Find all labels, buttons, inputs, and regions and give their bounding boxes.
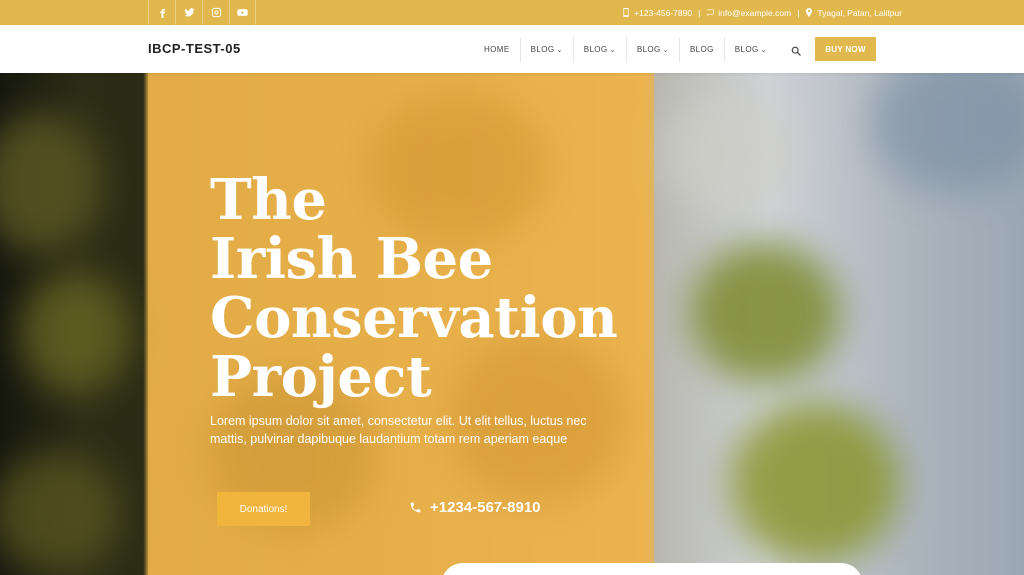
- phone-icon: [410, 502, 421, 513]
- contact-info: +123-456-7890 | info@example.com | Tyaga…: [622, 0, 902, 25]
- menu-item-blog-4[interactable]: BLOG: [678, 37, 724, 62]
- hero-title-line: Conservation: [210, 285, 618, 351]
- chevron-down-icon: ⌄: [760, 46, 767, 54]
- menu-item-home[interactable]: HOME: [474, 37, 520, 62]
- top-bar: +123-456-7890 | info@example.com | Tyaga…: [0, 0, 1024, 25]
- hero-background-blur: [0, 453, 120, 573]
- main-menu: HOME BLOG ⌄ BLOG ⌄ BLOG ⌄ BLOG BLOG ⌄: [474, 37, 777, 62]
- hero-title: The Irish Bee Conservation Project: [210, 167, 618, 410]
- chevron-down-icon: ⌄: [662, 46, 669, 54]
- contact-email-text: info@example.com: [718, 7, 792, 18]
- hero-background-blur: [660, 93, 800, 213]
- mobile-phone-icon: [623, 8, 629, 17]
- hero-phone-link[interactable]: +1234-567-8910: [409, 499, 541, 516]
- hero-background-blur: [870, 73, 1024, 193]
- hero-section: The Irish Bee Conservation Project Lorem…: [0, 73, 1024, 575]
- menu-item-label: BLOG: [689, 45, 714, 54]
- menu-item-blog-3[interactable]: BLOG ⌄: [625, 37, 679, 62]
- social-links: [148, 0, 256, 25]
- menu-item-blog-2[interactable]: BLOG ⌄: [572, 37, 626, 62]
- chevron-down-icon: ⌄: [556, 46, 563, 54]
- youtube-icon[interactable]: [229, 0, 256, 25]
- hero-title-line: Irish Bee: [210, 226, 493, 292]
- hero-background-blur: [20, 273, 130, 393]
- main-navbar: IBCP-TEST-05 HOME BLOG ⌄ BLOG ⌄ BLOG ⌄ B…: [0, 25, 1024, 73]
- twitter-icon[interactable]: [175, 0, 202, 25]
- contact-phone: +123-456-7890: [622, 8, 692, 18]
- chat-bubble-icon: [707, 9, 714, 16]
- contact-email[interactable]: info@example.com: [706, 8, 791, 18]
- menu-item-label: BLOG: [734, 45, 759, 54]
- contact-phone-text: +123-456-7890: [634, 7, 693, 18]
- buy-now-button[interactable]: BUY NOW: [815, 37, 876, 61]
- menu-item-label: BLOG: [530, 45, 555, 54]
- site-brand[interactable]: IBCP-TEST-05: [148, 41, 241, 56]
- map-pin-icon: [806, 8, 813, 17]
- chevron-down-icon: ⌄: [609, 46, 616, 54]
- content-card-top: [441, 563, 863, 575]
- hero-title-line: Project: [210, 344, 432, 410]
- menu-item-blog-1[interactable]: BLOG ⌄: [519, 37, 573, 62]
- facebook-icon[interactable]: [148, 0, 175, 25]
- hero-background-blur: [0, 113, 100, 253]
- donations-button[interactable]: Donations!: [217, 492, 310, 526]
- hero-title-line: The: [210, 167, 327, 233]
- menu-item-blog-5[interactable]: BLOG ⌄: [723, 37, 777, 62]
- contact-location-text: Tyagal, Patan, Lalitpur: [817, 7, 902, 18]
- contact-location: Tyagal, Patan, Lalitpur: [805, 8, 902, 18]
- contact-separator: |: [698, 7, 701, 18]
- hero-background-blur: [690, 243, 840, 383]
- instagram-icon[interactable]: [202, 0, 229, 25]
- contact-separator: |: [797, 7, 800, 18]
- menu-item-label: BLOG: [636, 45, 661, 54]
- search-icon[interactable]: [791, 43, 803, 56]
- menu-item-label: BLOG: [583, 45, 608, 54]
- hero-description: Lorem ipsum dolor sit amet, consectetur …: [210, 414, 587, 446]
- hero-phone-text: +1234-567-8910: [430, 499, 541, 516]
- hero-background-blur: [730, 403, 900, 563]
- menu-item-label: HOME: [484, 45, 510, 54]
